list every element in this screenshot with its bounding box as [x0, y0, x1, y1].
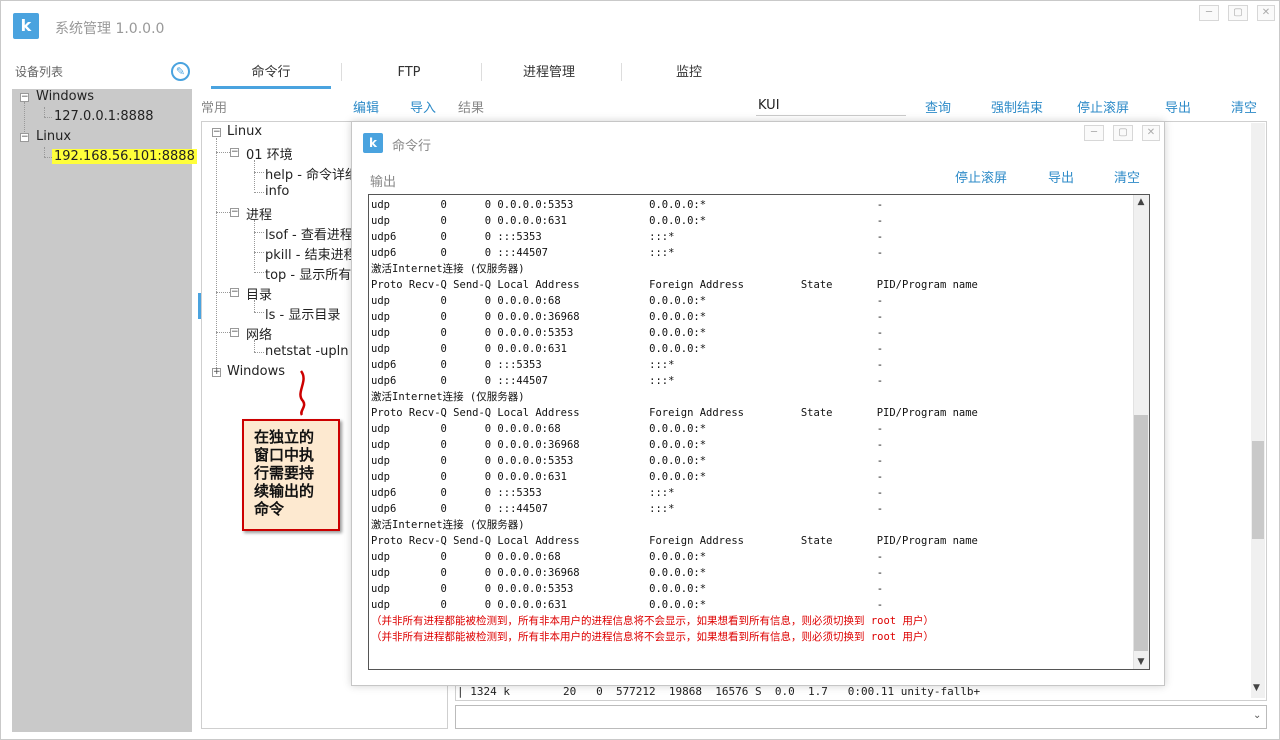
popup-maximize-button[interactable]: ▢ — [1113, 125, 1133, 141]
terminal-line: udp 0 0 0.0.0.0:5353 0.0.0.0:* - — [371, 199, 884, 211]
close-button[interactable]: ✕ — [1257, 5, 1275, 21]
terminal-output[interactable]: udp 0 0 0.0.0.0:5353 0.0.0.0:* - udp 0 0 … — [368, 194, 1150, 670]
terminal-line: udp 0 0 0.0.0.0:631 0.0.0.0:* - — [371, 599, 884, 611]
cmd-info[interactable]: info — [265, 184, 289, 199]
cmd-pkill[interactable]: pkill - 结束进程 — [265, 244, 357, 263]
terminal-line: Proto Recv-Q Send-Q Local Address Foreig… — [371, 279, 978, 291]
tab-command-line[interactable]: 命令行 — [211, 57, 331, 89]
query-button[interactable]: 查询 — [925, 97, 951, 116]
clear-button[interactable]: 清空 — [1231, 97, 1257, 116]
tree-node-linux-host[interactable]: 192.168.56.101:8888 — [52, 149, 197, 164]
terminal-line: Proto Recv-Q Send-Q Local Address Foreig… — [371, 535, 978, 547]
terminal-line: udp 0 0 0.0.0.0:5353 0.0.0.0:* - — [371, 327, 884, 339]
cmd-node-process[interactable]: 进程 — [246, 204, 272, 223]
result-scrollbar[interactable] — [1251, 123, 1265, 698]
app-title: 系统管理 1.0.0.0 — [55, 21, 165, 37]
terminal-line: udp 0 0 0.0.0.0:5353 0.0.0.0:* - — [371, 583, 884, 595]
terminal-line: 激活Internet连接 (仅服务器) — [371, 519, 525, 531]
tree-node-windows[interactable]: Windows — [36, 89, 94, 104]
command-popup-window: k 命令行 ─ ▢ ✕ 输出 停止滚屏 导出 清空 udp 0 0 0.0.0.… — [351, 121, 1165, 686]
stop-scroll-button[interactable]: 停止滚屏 — [1077, 97, 1129, 116]
tab-monitor[interactable]: 监控 — [629, 57, 749, 89]
terminal-line: udp6 0 0 :::5353 :::* - — [371, 231, 884, 243]
terminal-line: udp 0 0 0.0.0.0:68 0.0.0.0:* - — [371, 295, 884, 307]
tree-node-windows-host[interactable]: 127.0.0.1:8888 — [54, 109, 154, 124]
terminal-line: udp 0 0 0.0.0.0:631 0.0.0.0:* - — [371, 215, 884, 227]
cmd-node-env[interactable]: 01 环境 — [246, 144, 293, 163]
terminal-line: udp 0 0 0.0.0.0:631 0.0.0.0:* - — [371, 471, 884, 483]
collapse-icon[interactable]: − — [230, 148, 239, 157]
search-input[interactable]: KUI — [756, 96, 906, 116]
maximize-button[interactable]: ▢ — [1228, 5, 1248, 21]
output-label: 输出 — [370, 175, 397, 190]
terminal-line: udp 0 0 0.0.0.0:68 0.0.0.0:* - — [371, 551, 884, 563]
edit-button[interactable]: 编辑 — [353, 97, 379, 116]
chevron-down-icon[interactable]: ▼ — [1135, 657, 1147, 667]
annotation-callout: 在独立的窗口中执行需要持续输出的命令 — [242, 419, 340, 531]
terminal-line: udp 0 0 0.0.0.0:5353 0.0.0.0:* - — [371, 455, 884, 467]
compass-edit-icon[interactable]: ✎ — [171, 62, 190, 81]
popup-export-button[interactable]: 导出 — [1048, 167, 1074, 186]
result-label: 结果 — [458, 101, 485, 116]
cmd-node-network[interactable]: 网络 — [246, 324, 272, 343]
chevron-up-icon[interactable]: ▲ — [1135, 197, 1147, 207]
cmd-netstat[interactable]: netstat -upln -c — [265, 344, 364, 359]
cmd-node-linux[interactable]: Linux — [227, 124, 262, 139]
terminal-line: udp6 0 0 :::44507 :::* - — [371, 247, 884, 259]
popup-clear-button[interactable]: 清空 — [1114, 167, 1140, 186]
terminal-line: udp6 0 0 :::44507 :::* - — [371, 503, 884, 515]
result-line: | 1324 k 20 0 577212 19868 16576 S 0.0 1… — [457, 685, 981, 698]
collapse-icon[interactable]: − — [230, 208, 239, 217]
terminal-line: udp 0 0 0.0.0.0:36968 0.0.0.0:* - — [371, 439, 884, 451]
collapse-icon[interactable]: − — [20, 133, 29, 142]
terminal-lines: udp 0 0 0.0.0.0:5353 0.0.0.0:* - udp 0 0 … — [371, 197, 978, 645]
tab-ftp[interactable]: FTP — [349, 57, 469, 89]
tree-node-linux[interactable]: Linux — [36, 129, 71, 144]
terminal-line: udp 0 0 0.0.0.0:631 0.0.0.0:* - — [371, 343, 884, 355]
tab-process-management[interactable]: 进程管理 — [489, 57, 609, 89]
popup-close-button[interactable]: ✕ — [1142, 125, 1160, 141]
cmd-top[interactable]: top - 显示所有进 — [265, 264, 364, 283]
chevron-down-icon[interactable]: ▼ — [1253, 683, 1260, 693]
terminal-line: udp 0 0 0.0.0.0:68 0.0.0.0:* - — [371, 423, 884, 435]
terminal-line: udp6 0 0 :::5353 :::* - — [371, 487, 884, 499]
app-logo: k — [13, 13, 39, 39]
terminal-line: udp6 0 0 :::44507 :::* - — [371, 375, 884, 387]
collapse-icon[interactable]: − — [230, 328, 239, 337]
cmd-ls[interactable]: ls - 显示目录 — [265, 304, 340, 323]
cmd-node-windows[interactable]: Windows — [227, 364, 285, 379]
terminal-line: udp 0 0 0.0.0.0:36968 0.0.0.0:* - — [371, 567, 884, 579]
collapse-icon[interactable]: − — [20, 93, 29, 102]
terminal-line: 激活Internet连接 (仅服务器) — [371, 391, 525, 403]
annotation-pointer — [299, 370, 306, 416]
terminal-line: udp 0 0 0.0.0.0:36968 0.0.0.0:* - — [371, 311, 884, 323]
export-button[interactable]: 导出 — [1165, 97, 1191, 116]
import-button[interactable]: 导入 — [410, 97, 436, 116]
cmd-help[interactable]: help - 命令详细 — [265, 164, 358, 183]
terminal-line: udp6 0 0 :::5353 :::* - — [371, 359, 884, 371]
command-input[interactable] — [455, 705, 1267, 729]
popup-minimize-button[interactable]: ─ — [1084, 125, 1104, 141]
common-label: 常用 — [201, 101, 228, 116]
terminal-line: （并非所有进程都能被检测到，所有非本用户的进程信息将不会显示，如果想看到所有信息… — [371, 631, 934, 643]
device-list-label: 设备列表 — [15, 65, 64, 79]
terminal-scrollbar[interactable]: ▲ ▼ — [1133, 195, 1149, 669]
terminal-line: 激活Internet连接 (仅服务器) — [371, 263, 525, 275]
popup-title: 命令行 — [392, 139, 432, 154]
collapse-icon[interactable]: − — [212, 128, 221, 137]
popup-logo: k — [363, 133, 383, 153]
cmd-node-directory[interactable]: 目录 — [246, 284, 272, 303]
device-tree: − Windows 127.0.0.1:8888 − Linux 192.168… — [12, 89, 197, 732]
terminal-scroll-thumb[interactable] — [1134, 415, 1148, 651]
chevron-down-icon[interactable]: ⌄ — [1253, 710, 1261, 721]
app-window: k 系统管理 1.0.0.0 ─ ▢ ✕ 设备列表 ✎ − Windows 12… — [0, 0, 1280, 740]
terminal-line: （并非所有进程都能被检测到，所有非本用户的进程信息将不会显示，如果想看到所有信息… — [371, 615, 934, 627]
popup-stop-scroll-button[interactable]: 停止滚屏 — [955, 167, 1007, 186]
expand-icon[interactable]: + — [212, 368, 221, 377]
terminal-line: Proto Recv-Q Send-Q Local Address Foreig… — [371, 407, 978, 419]
force-end-button[interactable]: 强制结束 — [991, 97, 1043, 116]
result-scroll-thumb[interactable] — [1252, 441, 1264, 539]
minimize-button[interactable]: ─ — [1199, 5, 1219, 21]
collapse-icon[interactable]: − — [230, 288, 239, 297]
